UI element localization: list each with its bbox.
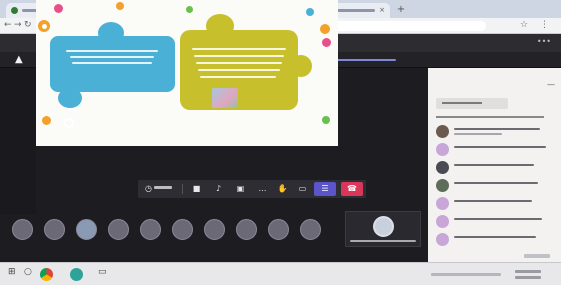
avatar	[436, 125, 449, 138]
participant-avatar[interactable]	[172, 219, 193, 240]
call-controls: ◷ ■ ♪ ▣ … ✋ ▭ ☰ ☎	[138, 180, 366, 198]
system-tray	[431, 273, 501, 276]
more-options-icon[interactable]: •••	[537, 37, 551, 46]
raise-hand-icon[interactable]: ✋	[276, 183, 289, 195]
person-name	[454, 164, 534, 166]
participant-avatar[interactable]	[204, 219, 225, 240]
blue-puzzle-text	[66, 50, 158, 52]
people-list-item[interactable]	[436, 160, 554, 176]
clock-time	[515, 270, 541, 273]
participant-avatar[interactable]	[140, 219, 161, 240]
yellow-puzzle-text	[200, 76, 276, 78]
participant-avatar[interactable]	[300, 219, 321, 240]
tab-favicon-icon	[11, 7, 18, 14]
yellow-puzzle-text	[194, 55, 284, 57]
chat-icon[interactable]: ▭	[296, 183, 309, 195]
person-name	[454, 182, 538, 184]
invite-button-label	[442, 102, 482, 104]
mic-icon[interactable]: ♪	[212, 183, 225, 195]
decor-dot	[42, 116, 51, 125]
avatar	[436, 197, 449, 210]
search-icon[interactable]: ○	[24, 267, 32, 277]
taskbar: ⊞ ○ ▭	[0, 262, 561, 285]
panel-close-icon[interactable]: —	[547, 80, 555, 89]
self-video-tile[interactable]	[345, 211, 421, 247]
yellow-puzzle-tab	[290, 55, 312, 77]
people-list-item[interactable]	[436, 142, 554, 158]
participant-avatar[interactable]	[44, 219, 65, 240]
people-list-item[interactable]	[436, 124, 554, 140]
divider	[182, 184, 183, 194]
people-list-item[interactable]	[436, 178, 554, 194]
self-name	[350, 240, 416, 242]
invite-button[interactable]	[436, 98, 508, 109]
people-list-item[interactable]	[436, 214, 554, 230]
people-more[interactable]	[524, 254, 550, 258]
forward-icon[interactable]: →	[14, 20, 22, 30]
participant-strip	[0, 214, 340, 244]
hangup-button[interactable]: ☎	[341, 182, 363, 196]
star-icon[interactable]: ☆	[520, 20, 528, 30]
timer-icon: ◷	[145, 184, 152, 193]
teams-icon[interactable]	[70, 268, 83, 281]
participants-button[interactable]: ☰	[314, 182, 336, 196]
tab-close-icon[interactable]: ×	[379, 7, 385, 14]
people-list-item[interactable]	[436, 232, 554, 248]
reload-icon[interactable]: ↻	[24, 20, 32, 30]
person-name	[454, 146, 546, 148]
blue-puzzle-text	[70, 56, 154, 58]
presenter-strip	[0, 68, 36, 214]
people-section-header	[436, 116, 544, 118]
shared-slide	[36, 0, 338, 146]
warning-icon: ▲	[15, 54, 23, 65]
yellow-puzzle-text	[192, 48, 286, 50]
avatar	[436, 179, 449, 192]
blue-puzzle-notch	[58, 88, 82, 108]
decor-dot	[42, 24, 47, 29]
decor-dot	[322, 38, 331, 47]
person-name	[454, 128, 540, 130]
participant-avatar[interactable]	[108, 219, 129, 240]
chrome-icon[interactable]	[40, 268, 53, 281]
share-screen-icon[interactable]: ▣	[234, 183, 247, 195]
avatar	[436, 143, 449, 156]
more-icon[interactable]: …	[256, 183, 269, 195]
avatar	[436, 233, 449, 246]
person-role	[454, 133, 502, 135]
avatar	[436, 215, 449, 228]
participant-avatar[interactable]	[76, 219, 97, 240]
blue-puzzle-text	[72, 62, 152, 64]
decor-dot	[116, 2, 124, 10]
decor-dot	[322, 116, 330, 124]
avatar	[373, 216, 394, 237]
people-panel: —	[428, 68, 561, 267]
new-tab-button[interactable]: +	[395, 4, 407, 15]
person-name	[454, 218, 542, 220]
decor-dot	[54, 4, 63, 13]
call-timer	[154, 186, 172, 189]
avatar	[436, 161, 449, 174]
decor-dot	[306, 8, 314, 16]
menu-icon[interactable]: ⋮	[540, 20, 549, 30]
clock-date	[515, 276, 541, 279]
slide-photo	[212, 88, 238, 108]
yellow-puzzle-text	[198, 69, 280, 71]
yellow-puzzle-text	[196, 62, 282, 64]
decor-dot	[320, 24, 330, 34]
explorer-icon[interactable]: ▭	[98, 267, 107, 277]
screen: × × × + ← → ↻ ☆ ⋮ ⌕ •••	[0, 0, 561, 285]
back-icon[interactable]: ←	[4, 20, 12, 30]
camera-icon[interactable]: ■	[190, 183, 203, 195]
participant-avatar[interactable]	[236, 219, 257, 240]
participant-avatar[interactable]	[268, 219, 289, 240]
decor-ring	[64, 118, 74, 128]
person-name	[454, 200, 532, 202]
person-name	[454, 236, 536, 238]
start-icon[interactable]: ⊞	[8, 267, 16, 277]
people-list-item[interactable]	[436, 196, 554, 212]
decor-dot	[186, 6, 193, 13]
blue-puzzle-piece	[50, 36, 175, 92]
participant-avatar[interactable]	[12, 219, 33, 240]
